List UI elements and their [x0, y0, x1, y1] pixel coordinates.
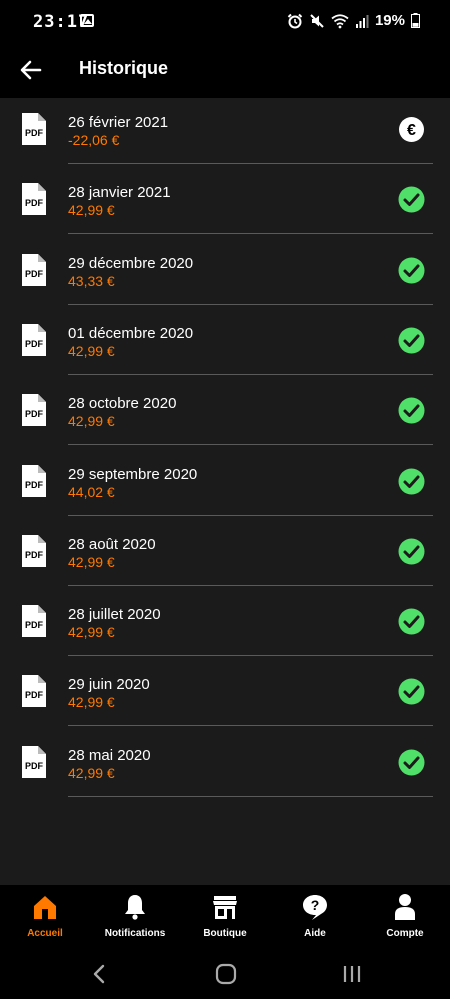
invoice-date: 28 mai 2020: [68, 746, 151, 764]
invoice-date: 29 septembre 2020: [68, 465, 198, 483]
status-bar: 23:17 19%: [0, 0, 450, 42]
check-icon: [398, 608, 425, 635]
pdf-label: PDF: [25, 269, 44, 279]
svg-text:?: ?: [311, 897, 320, 913]
invoice-row[interactable]: PDF 28 octobre 2020 42,99 €: [0, 375, 450, 446]
invoice-amount: 44,02 €: [68, 483, 115, 500]
wifi-icon: [331, 13, 349, 28]
check-icon: [398, 397, 425, 424]
pdf-label: PDF: [25, 339, 44, 349]
system-recents-icon[interactable]: [340, 963, 364, 985]
nav-label: Aide: [304, 928, 326, 939]
pdf-file-icon[interactable]: PDF: [21, 182, 47, 216]
invoice-amount: 42,99 €: [68, 553, 115, 570]
nav-label: Boutique: [203, 928, 247, 939]
invoice-row[interactable]: PDF 28 juillet 2020 42,99 €: [0, 586, 450, 657]
invoice-row[interactable]: PDF 28 août 2020 42,99 €: [0, 516, 450, 586]
pdf-label: PDF: [25, 690, 44, 700]
invoice-row[interactable]: PDF 26 février 2021 -22,06 € €: [0, 94, 450, 164]
nav-label: Accueil: [27, 928, 63, 939]
pdf-file-icon[interactable]: PDF: [21, 464, 47, 498]
invoice-amount: -22,06 €: [68, 132, 120, 148]
check-icon: [398, 538, 425, 565]
system-nav-bar: [0, 947, 450, 999]
pdf-file-icon[interactable]: PDF: [21, 112, 47, 146]
pdf-file-icon[interactable]: PDF: [21, 253, 47, 287]
gallery-notification-icon: [80, 14, 94, 27]
row-divider: [68, 795, 433, 797]
invoice-amount: 42,99 €: [68, 624, 115, 641]
invoice-row[interactable]: PDF 29 décembre 2020 43,33 €: [0, 235, 450, 305]
invoice-amount: 42,99 €: [68, 694, 115, 711]
invoice-row[interactable]: PDF 29 juin 2020 42,99 €: [0, 656, 450, 727]
check-icon: [398, 749, 425, 776]
system-home-icon[interactable]: [214, 963, 238, 985]
invoice-date: 28 juillet 2020: [68, 606, 161, 624]
home-icon: [34, 896, 56, 919]
invoice-date: 01 décembre 2020: [68, 324, 194, 342]
invoice-list: PDF 26 février 2021 -22,06 € € PDF 28 janvier…: [0, 98, 450, 885]
invoice-row[interactable]: PDF 28 janvier 2021 42,99 €: [0, 164, 450, 235]
page-title: Historique: [79, 58, 169, 78]
invoice-date: 29 juin 2020: [68, 676, 150, 694]
status-icons: 19%: [287, 12, 420, 29]
euro-symbol: €: [407, 122, 416, 139]
pdf-file-icon[interactable]: PDF: [21, 393, 47, 427]
pdf-label: PDF: [25, 409, 44, 419]
pdf-label: PDF: [25, 198, 44, 208]
pdf-file-icon[interactable]: PDF: [21, 745, 47, 779]
invoice-row[interactable]: PDF 01 décembre 2020 42,99 €: [0, 305, 450, 375]
shop-icon: [213, 896, 237, 919]
pdf-file-icon[interactable]: PDF: [21, 604, 47, 638]
system-back-icon[interactable]: [88, 963, 112, 985]
pdf-file-icon[interactable]: PDF: [21, 323, 47, 357]
pdf-file-icon[interactable]: PDF: [21, 674, 47, 708]
invoice-amount: 42,99 €: [68, 764, 115, 781]
invoice-amount: 42,99 €: [68, 413, 115, 430]
back-arrow-icon[interactable]: [16, 56, 46, 84]
pdf-label: PDF: [25, 761, 44, 771]
nav-item-notifications[interactable]: Notifications: [90, 885, 180, 947]
nav-label: Compte: [386, 928, 424, 939]
invoice-date: 28 janvier 2021: [68, 184, 171, 202]
pdf-label: PDF: [25, 620, 44, 630]
pdf-label: PDF: [25, 480, 44, 490]
bell-icon: [125, 895, 145, 920]
alarm-icon: [287, 13, 303, 28]
pdf-file-icon[interactable]: PDF: [21, 534, 47, 568]
nav-item-accueil[interactable]: Accueil: [0, 885, 90, 947]
check-icon: [398, 327, 425, 354]
app-bar: Historique: [0, 42, 450, 98]
check-icon: [398, 678, 425, 705]
invoice-date: 29 décembre 2020: [68, 254, 194, 272]
invoice-date: 28 octobre 2020: [68, 395, 177, 413]
bottom-nav: Accueil Notifications Boutique ? Aide Co…: [0, 885, 450, 947]
nav-item-boutique[interactable]: Boutique: [180, 885, 270, 947]
account-icon: [395, 894, 415, 920]
help-icon: ?: [303, 895, 327, 920]
battery-percent: 19%: [374, 12, 405, 29]
nav-item-compte[interactable]: Compte: [360, 885, 450, 947]
pdf-label: PDF: [25, 550, 44, 560]
nav-item-aide[interactable]: ? Aide: [270, 885, 360, 947]
invoice-date: 26 février 2021: [68, 114, 169, 131]
check-icon: [398, 186, 425, 213]
check-icon: [398, 257, 425, 284]
nav-label: Notifications: [104, 928, 166, 939]
battery-icon: [411, 13, 420, 28]
invoice-row[interactable]: PDF 28 mai 2020 42,99 €: [0, 727, 450, 797]
invoice-date: 28 août 2020: [68, 535, 156, 553]
signal-icon: [355, 14, 369, 28]
check-icon: [398, 468, 425, 494]
invoice-row[interactable]: PDF 29 septembre 2020 44,02 €: [0, 446, 450, 516]
invoice-amount: 42,99 €: [68, 342, 115, 359]
pdf-label: PDF: [25, 128, 44, 138]
mute-icon: [310, 13, 324, 28]
euro-icon: €: [399, 117, 424, 142]
invoice-amount: 42,99 €: [68, 202, 115, 219]
invoice-amount: 43,33 €: [68, 272, 115, 289]
